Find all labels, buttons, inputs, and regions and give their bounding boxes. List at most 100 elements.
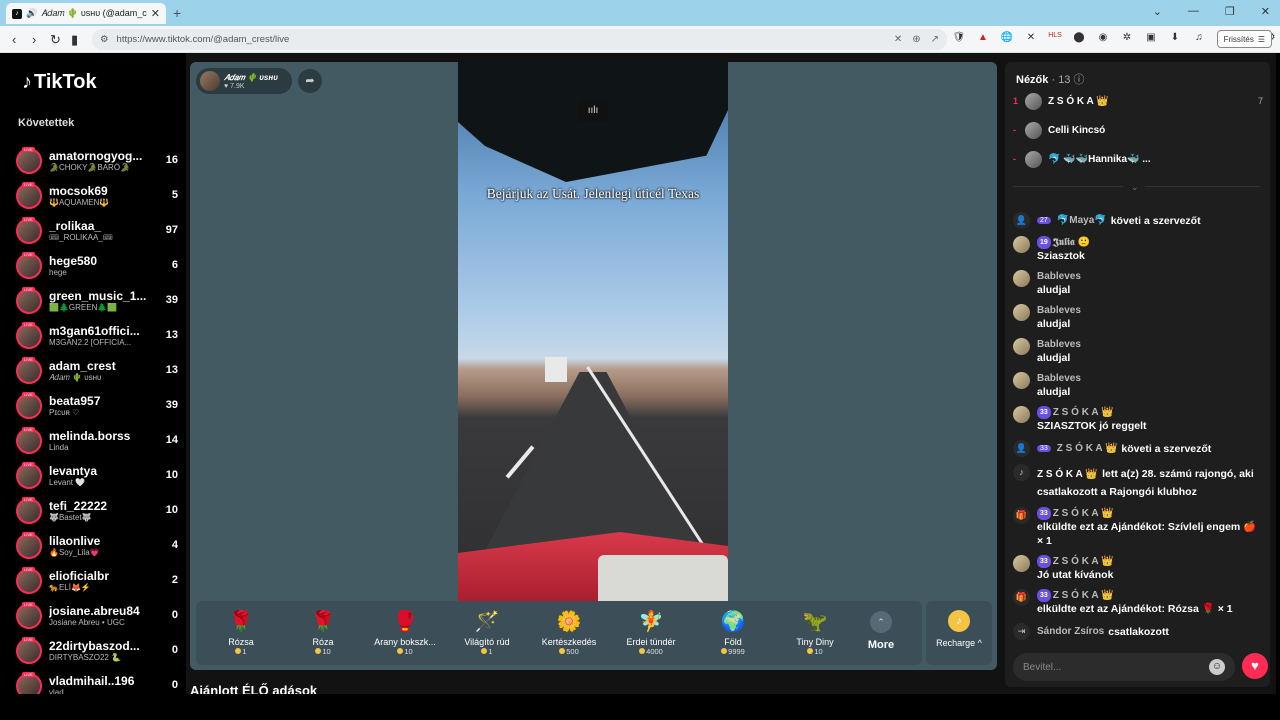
gift-item[interactable]: 🌹 Rózsa 1 [200, 607, 282, 656]
following-item[interactable]: LIVE adam_crest 𝐴𝑑𝑎𝑚 🌵 ᴜsʜᴜ 13 [16, 353, 182, 388]
emoji-icon[interactable]: ☺ [1209, 659, 1225, 675]
share-page-icon[interactable]: ↗ [931, 34, 939, 45]
gift-item[interactable]: 🌹 Róza 10 [282, 607, 364, 656]
avatar[interactable]: LIVE [16, 636, 42, 664]
avatar[interactable]: LIVE [16, 321, 42, 349]
avatar[interactable] [1013, 270, 1030, 287]
gift-item[interactable]: 🦖 Tiny Diny 10 [774, 607, 856, 656]
avatar[interactable] [1013, 236, 1030, 253]
avatar[interactable]: LIVE [16, 426, 42, 454]
expand-chevron-icon[interactable]: ⌄ [1131, 182, 1139, 193]
chat-username[interactable]: Bableves [1037, 271, 1081, 282]
live-video[interactable]: ıılı Bejárjuk az Usát. Jelenlegi úticél … [458, 62, 728, 601]
refresh-menu-button[interactable]: Frissítés ☰ [1216, 30, 1272, 48]
gift-item[interactable]: 🌼 Kertészkedés 500 [528, 607, 610, 656]
mute-icon[interactable]: ✕ [894, 34, 902, 45]
chat-username[interactable]: Bableves [1037, 339, 1081, 350]
shield-icon[interactable]: 🛡 [952, 32, 966, 43]
translate-icon[interactable]: 🌐 [1000, 32, 1014, 43]
heart-icon[interactable]: ♥ [1242, 653, 1268, 679]
avatar[interactable] [1013, 372, 1030, 389]
following-item[interactable]: LIVE elioficialbr 🐆ELÍ🦊⚡ 2 [16, 563, 182, 598]
tiktok-logo[interactable]: ♪ TikTok [22, 71, 97, 94]
following-item[interactable]: LIVE josiane.abreu84 Josiane Abreu • UGC 0 [16, 598, 182, 633]
chat-username[interactable]: Z S Ó K A 👑 [1053, 590, 1114, 601]
chat-username[interactable]: Z S Ó K A 👑 [1053, 508, 1114, 519]
host-avatar[interactable] [200, 71, 220, 91]
warning-icon[interactable]: ▲ [976, 32, 990, 43]
avatar[interactable]: LIVE [16, 461, 42, 489]
avatar[interactable]: LIVE [16, 286, 42, 314]
chat-username[interactable]: Bableves [1037, 373, 1081, 384]
following-item[interactable]: LIVE amatornogyog... 🐊CHOKY🐊BARÓ🐊 16 [16, 143, 182, 178]
viewers-heading[interactable]: Nézők · 13 ⓘ [1016, 71, 1085, 87]
avatar[interactable]: LIVE [16, 391, 42, 419]
gift-item[interactable]: 🧚 Erdei tündér 4000 [610, 607, 692, 656]
back-icon[interactable]: ‹ [12, 32, 16, 47]
more-gifts-button[interactable]: ⌃ More [856, 607, 906, 651]
following-item[interactable]: LIVE vladmihail..196 vlad 0 [16, 668, 182, 694]
avatar[interactable]: LIVE [16, 181, 42, 209]
tab-list-chevron-icon[interactable]: ⌄ [1153, 5, 1162, 18]
zoom-icon[interactable]: ⊕ [912, 34, 920, 45]
viewer-row[interactable]: 1 Z S Ó K A 👑 7 [1013, 90, 1263, 112]
chat-username[interactable]: Bableves [1037, 305, 1081, 316]
close-tab-icon[interactable]: ✕ [151, 7, 160, 20]
site-info-icon[interactable]: ⚙ [100, 34, 109, 45]
following-item[interactable]: LIVE _rolikaa_ 🎟_ROLIKAA_🎟 97 [16, 213, 182, 248]
extension-icon[interactable]: ⬤ [1072, 32, 1086, 43]
avatar[interactable]: LIVE [16, 356, 42, 384]
x-extension-icon[interactable]: ✕ [1024, 32, 1038, 43]
following-item[interactable]: LIVE m3gan61offici... M3GAN2.2 [OFFICIA...… [16, 318, 182, 353]
avatar[interactable] [1013, 304, 1030, 321]
minimize-icon[interactable]: — [1188, 5, 1199, 18]
close-window-icon[interactable]: ✕ [1261, 5, 1270, 18]
gift-item[interactable]: 🌍 Föld 9999 [692, 607, 774, 656]
download-icon[interactable]: ⬇ [1168, 32, 1182, 43]
restore-icon[interactable]: ❐ [1225, 5, 1235, 18]
puzzle-icon[interactable]: ✲ [1120, 32, 1134, 43]
recharge-button[interactable]: ♪ Recharge ^ [926, 601, 992, 665]
avatar[interactable] [1013, 338, 1030, 355]
chat-input[interactable]: Bevitel... ☺ [1013, 653, 1235, 681]
new-tab-button[interactable]: + [173, 5, 181, 21]
viewer-row[interactable]: - Celli Kincsó [1013, 119, 1263, 141]
avatar[interactable]: LIVE [16, 216, 42, 244]
avatar[interactable]: LIVE [16, 146, 42, 174]
following-item[interactable]: LIVE mocsok69 🔱AQUAMEN🔱 5 [16, 178, 182, 213]
forward-icon[interactable]: › [32, 32, 36, 47]
following-item[interactable]: LIVE tefi_22222 🐺Bastet🐺 10 [16, 493, 182, 528]
avatar[interactable]: LIVE [16, 601, 42, 629]
chat-username[interactable]: Sándor Zsíros [1037, 626, 1104, 637]
chat-username[interactable]: Z S Ó K A 👑 [1037, 469, 1098, 480]
share-icon[interactable]: ➦ [298, 69, 322, 93]
hls-extension-icon[interactable]: HLS [1048, 32, 1062, 43]
chat-username[interactable]: Z S Ó K A 👑 [1057, 443, 1118, 454]
viewer-row[interactable]: - 🐬 🐳🐳Hannika🐳 ... [1013, 148, 1263, 170]
host-info[interactable]: 𝐴𝑑𝑎𝑚 🌵 ᴜsʜᴜ ♥ 7.9K [196, 68, 292, 94]
following-item[interactable]: LIVE green_music_1... 🟩🌲GREEN🌲🟩 39 [16, 283, 182, 318]
chat-username[interactable]: Z S Ó K A 👑 [1053, 407, 1114, 418]
avatar[interactable] [1013, 406, 1030, 423]
reload-icon[interactable]: ↻ [50, 32, 61, 48]
media-icon[interactable]: ♫ [1192, 32, 1206, 43]
chat-username[interactable]: 🐬Maya🐬 [1057, 215, 1107, 226]
color-extension-icon[interactable]: ◉ [1096, 32, 1110, 43]
avatar[interactable]: LIVE [16, 251, 42, 279]
avatar[interactable] [1013, 555, 1030, 572]
audio-wave-icon[interactable]: ıılı [578, 100, 608, 122]
chat-username[interactable]: 𝕵𝖚𝖑𝖎𝖆 🙂 [1053, 237, 1090, 248]
avatar[interactable] [1025, 150, 1042, 168]
address-bar[interactable]: ⚙ https://www.tiktok.com/@adam_crest/liv… [92, 29, 947, 50]
chat-username[interactable]: Z S Ó K A 👑 [1053, 556, 1114, 567]
following-item[interactable]: LIVE levantya Levant 🤍 10 [16, 458, 182, 493]
speaker-icon[interactable]: 🔊 [26, 8, 37, 19]
avatar[interactable]: LIVE [16, 671, 42, 694]
info-icon[interactable]: ⓘ [1074, 74, 1085, 86]
avatar[interactable]: LIVE [16, 496, 42, 524]
screenshot-icon[interactable]: ▣ [1144, 32, 1158, 43]
following-item[interactable]: LIVE beata957 Pɪcᴜʀ ♡ 39 [16, 388, 182, 423]
browser-tab[interactable]: ♪ 🔊 𝐴𝑑𝑎𝑚 🌵 ᴜsʜᴜ (@adam_crest ✕ [6, 3, 166, 24]
following-item[interactable]: LIVE hege580 hege 6 [16, 248, 182, 283]
avatar[interactable]: LIVE [16, 566, 42, 594]
